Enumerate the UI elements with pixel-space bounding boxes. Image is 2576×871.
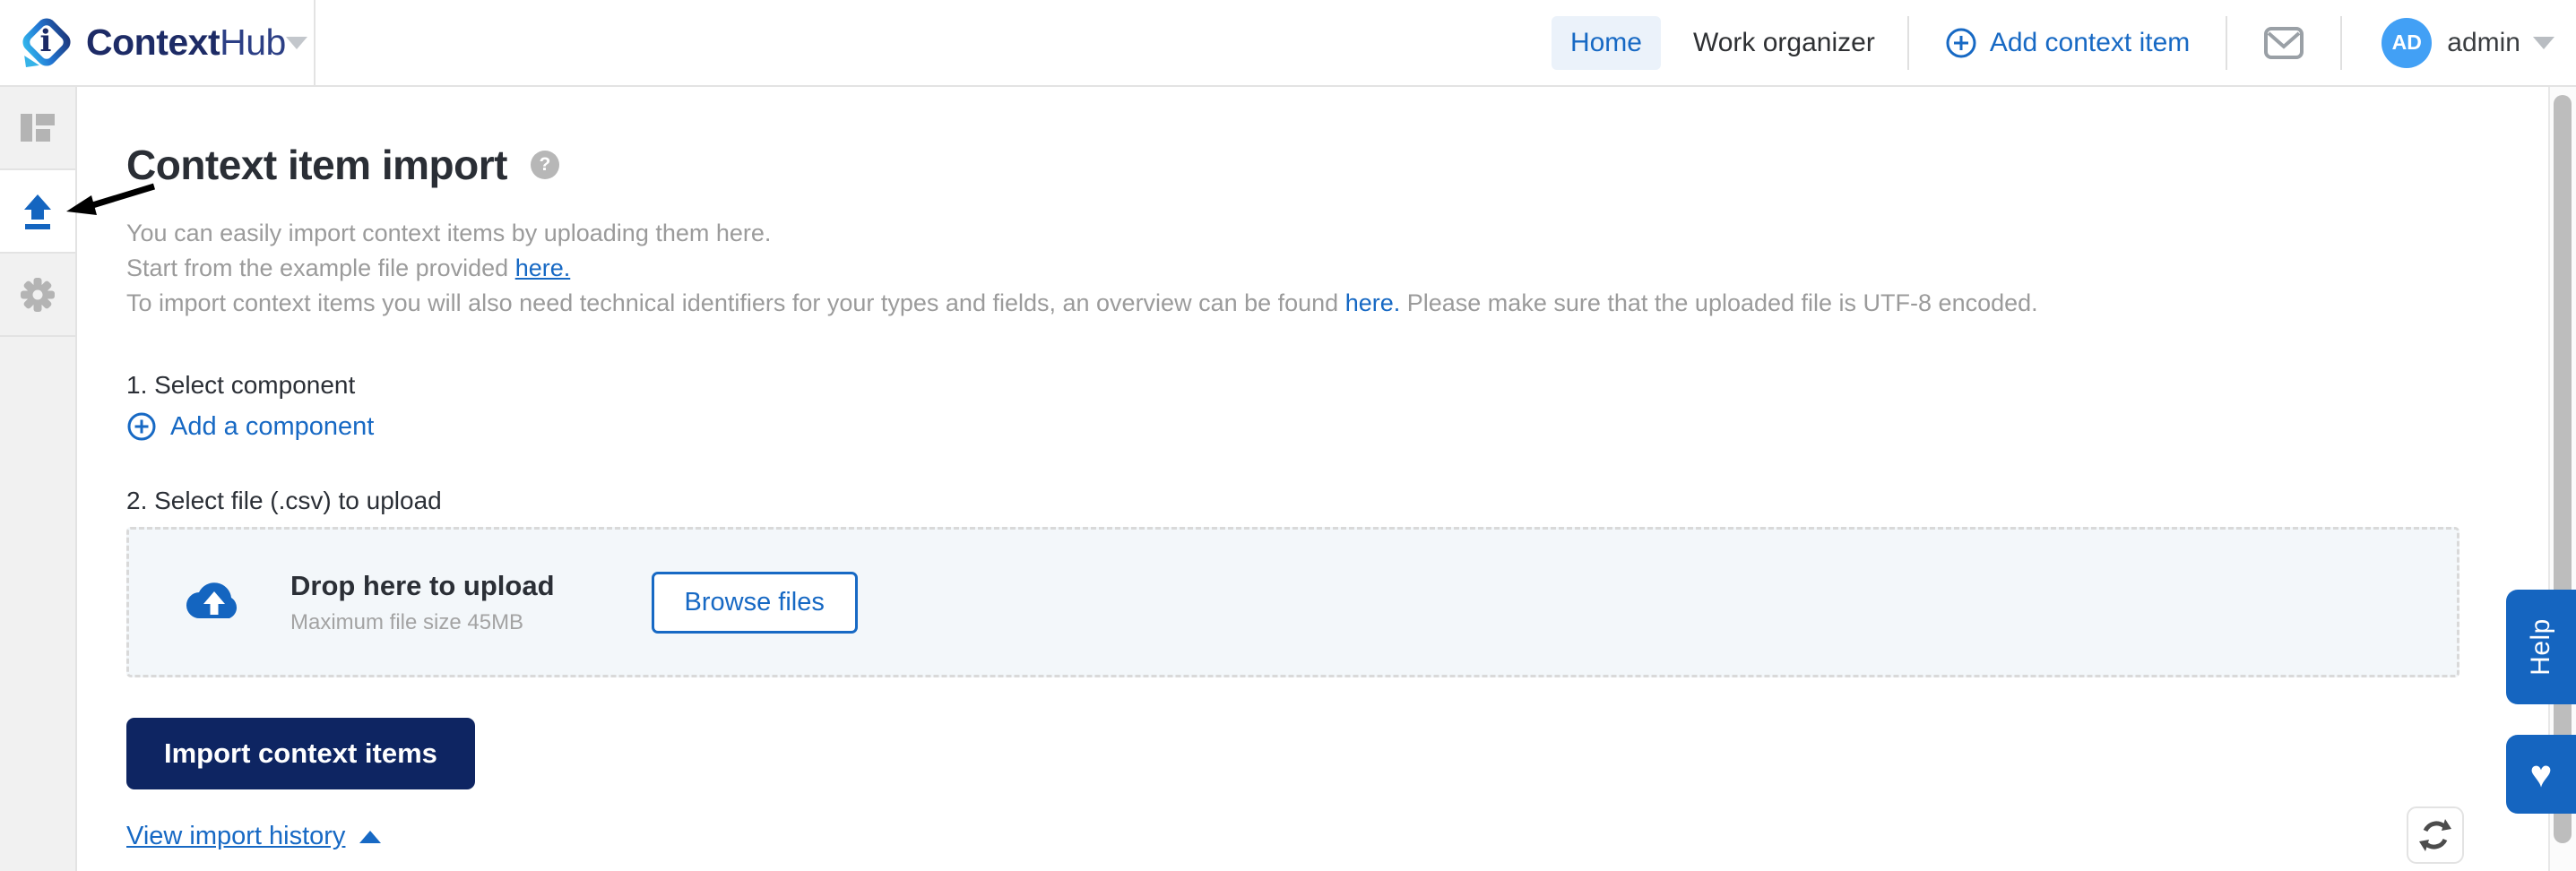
dashboard-layout-icon (21, 114, 55, 142)
import-context-items-button[interactable]: Import context items (126, 718, 475, 789)
top-navigation: Home Work organizer Add context item AD … (1552, 16, 2576, 70)
nav-divider (2226, 16, 2227, 70)
username-label: admin (2447, 28, 2520, 58)
heart-icon: ♥ (2530, 755, 2553, 793)
cloud-upload-icon (185, 578, 244, 626)
help-tab-button[interactable]: Help (2506, 590, 2576, 704)
feedback-heart-button[interactable]: ♥ (2506, 735, 2576, 814)
file-dropzone[interactable]: Drop here to upload Maximum file size 45… (126, 527, 2459, 677)
identifiers-overview-link[interactable]: here. (1345, 289, 1401, 316)
user-menu-caret-icon[interactable] (2533, 37, 2554, 49)
view-import-history-link[interactable]: View import history (126, 822, 345, 851)
page-title: Context item import (126, 141, 507, 189)
sidebar-item-settings[interactable] (0, 254, 75, 337)
messages-button[interactable] (2263, 26, 2304, 60)
nav-work-organizer[interactable]: Work organizer (1693, 28, 1875, 58)
main-content: Context item import ? You can easily imp… (79, 87, 2547, 871)
scrollbar-thumb[interactable] (2554, 95, 2572, 843)
add-component-button[interactable]: Add a component (126, 411, 374, 442)
sidebar-item-dashboard[interactable] (0, 87, 75, 170)
intro-line-2: Start from the example file provided her… (126, 251, 2547, 286)
add-component-label: Add a component (170, 412, 374, 442)
example-file-link[interactable]: here. (515, 254, 571, 281)
help-tab-label: Help (2526, 618, 2556, 676)
sidebar-item-import[interactable] (0, 170, 75, 254)
nav-divider (2340, 16, 2342, 70)
logo-text-bold: Context (86, 22, 220, 63)
gear-icon (19, 276, 56, 314)
step1-label: 1. Select component (126, 371, 2547, 400)
top-bar: i ContextHub Home Work organizer Add con… (0, 0, 2576, 87)
logo-text-light: Hub (220, 22, 286, 63)
intro-line-1: You can easily import context items by u… (126, 216, 2547, 251)
nav-divider (1907, 16, 1909, 70)
view-import-history-toggle[interactable]: View import history (126, 822, 381, 851)
upload-icon (20, 193, 56, 230)
refresh-button[interactable] (2407, 806, 2464, 864)
nav-home[interactable]: Home (1552, 16, 1661, 70)
logo-section[interactable]: i ContextHub (0, 0, 316, 85)
intro-text: You can easily import context items by u… (126, 216, 2547, 321)
dropzone-subtitle: Maximum file size 45MB (290, 610, 555, 635)
logo-wordmark: ContextHub (86, 22, 286, 64)
dropzone-title: Drop here to upload (290, 570, 555, 602)
plus-circle-icon (1945, 27, 1977, 59)
browse-files-button[interactable]: Browse files (652, 572, 858, 634)
refresh-icon (2417, 817, 2453, 853)
step2-label: 2. Select file (.csv) to upload (126, 487, 2547, 515)
left-sidebar (0, 87, 77, 871)
user-avatar[interactable]: AD (2382, 18, 2432, 68)
logo-letter: i (20, 23, 72, 60)
intro-line-3: To import context items you will also ne… (126, 286, 2547, 321)
intro-line-2-text: Start from the example file provided (126, 254, 515, 281)
intro-line-3-text: To import context items you will also ne… (126, 289, 1345, 316)
plus-circle-icon (126, 411, 157, 442)
page-help-icon[interactable]: ? (531, 151, 559, 179)
logo-dropdown-caret-icon[interactable] (286, 37, 307, 49)
collapse-triangle-icon (359, 831, 381, 843)
add-context-item-label: Add context item (1990, 28, 2190, 58)
add-context-item-button[interactable]: Add context item (1945, 27, 2190, 59)
intro-line-3-suffix: Please make sure that the uploaded file … (1400, 289, 2037, 316)
envelope-icon (2263, 26, 2304, 60)
dropzone-text: Drop here to upload Maximum file size 45… (290, 570, 555, 635)
contexthub-logo-icon: i (20, 17, 72, 69)
